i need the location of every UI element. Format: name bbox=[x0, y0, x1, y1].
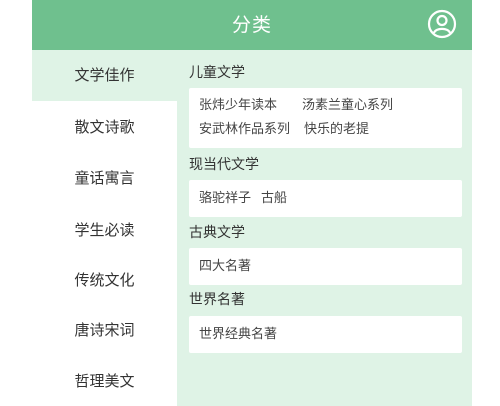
section-box-modern-literature: 骆驼祥子 古船 bbox=[189, 180, 462, 217]
subcategory-link[interactable]: 世界经典名著 bbox=[199, 326, 277, 344]
section-title-modern-literature: 现当代文学 bbox=[189, 157, 259, 173]
sidebar-item-prose-poetry[interactable]: 散文诗歌 bbox=[32, 102, 177, 153]
section-title-world-classics: 世界名著 bbox=[189, 292, 245, 308]
sidebar-item-label: 文学佳作 bbox=[74, 66, 135, 84]
section-title-children-literature: 儿童文学 bbox=[189, 65, 245, 81]
subcategory-link[interactable]: 古船 bbox=[261, 190, 287, 208]
sidebar-item-label: 散文诗歌 bbox=[74, 118, 135, 136]
subcategory-link[interactable]: 四大名著 bbox=[199, 258, 251, 276]
page-title: 分类 bbox=[231, 14, 272, 36]
user-circle-icon bbox=[427, 9, 457, 39]
subcategory-link[interactable]: 汤素兰童心系列 bbox=[302, 97, 393, 115]
sidebar-item-label: 唐诗宋词 bbox=[74, 321, 135, 339]
sidebar-item-label: 学生必读 bbox=[74, 221, 135, 239]
category-sidebar: 文学佳作 散文诗歌 童话寓言 学生必读 传统文化 唐诗宋词 哲理美文 bbox=[32, 50, 177, 406]
subcategory-link[interactable]: 张炜少年读本 bbox=[199, 97, 277, 115]
subcategory-link[interactable]: 骆驼祥子 bbox=[199, 190, 251, 208]
sidebar-item-student-reading[interactable]: 学生必读 bbox=[32, 205, 177, 256]
section-box-classical-literature: 四大名著 bbox=[189, 248, 462, 285]
sidebar-item-literature[interactable]: 文学佳作 bbox=[32, 50, 177, 101]
subcategory-link[interactable]: 安武林作品系列 bbox=[199, 121, 290, 139]
section-box-world-classics: 世界经典名著 bbox=[189, 316, 462, 353]
sidebar-item-label: 传统文化 bbox=[74, 271, 135, 289]
section-title-classical-literature: 古典文学 bbox=[189, 225, 245, 241]
section-box-children-literature: 张炜少年读本 汤素兰童心系列 安武林作品系列 快乐的老提 bbox=[189, 88, 462, 148]
sidebar-item-philosophy-essays[interactable]: 哲理美文 bbox=[32, 356, 177, 406]
sidebar-item-label: 童话寓言 bbox=[74, 169, 135, 187]
user-profile-button[interactable] bbox=[427, 9, 457, 39]
app-header: 分类 bbox=[32, 0, 472, 50]
app-screen: 分类 文学佳作 散文诗歌 童话寓言 学生必读 传统文化 唐诗宋词 哲理美文 儿童… bbox=[32, 0, 472, 406]
sidebar-item-fairy-tales[interactable]: 童话寓言 bbox=[32, 153, 177, 204]
category-content: 儿童文学 张炜少年读本 汤素兰童心系列 安武林作品系列 快乐的老提 现当代文学 … bbox=[177, 50, 472, 406]
sidebar-item-tang-song-poetry[interactable]: 唐诗宋词 bbox=[32, 305, 177, 356]
sidebar-item-traditional-culture[interactable]: 传统文化 bbox=[32, 255, 177, 306]
sidebar-item-label: 哲理美文 bbox=[74, 372, 135, 390]
subcategory-link[interactable]: 快乐的老提 bbox=[304, 121, 369, 139]
